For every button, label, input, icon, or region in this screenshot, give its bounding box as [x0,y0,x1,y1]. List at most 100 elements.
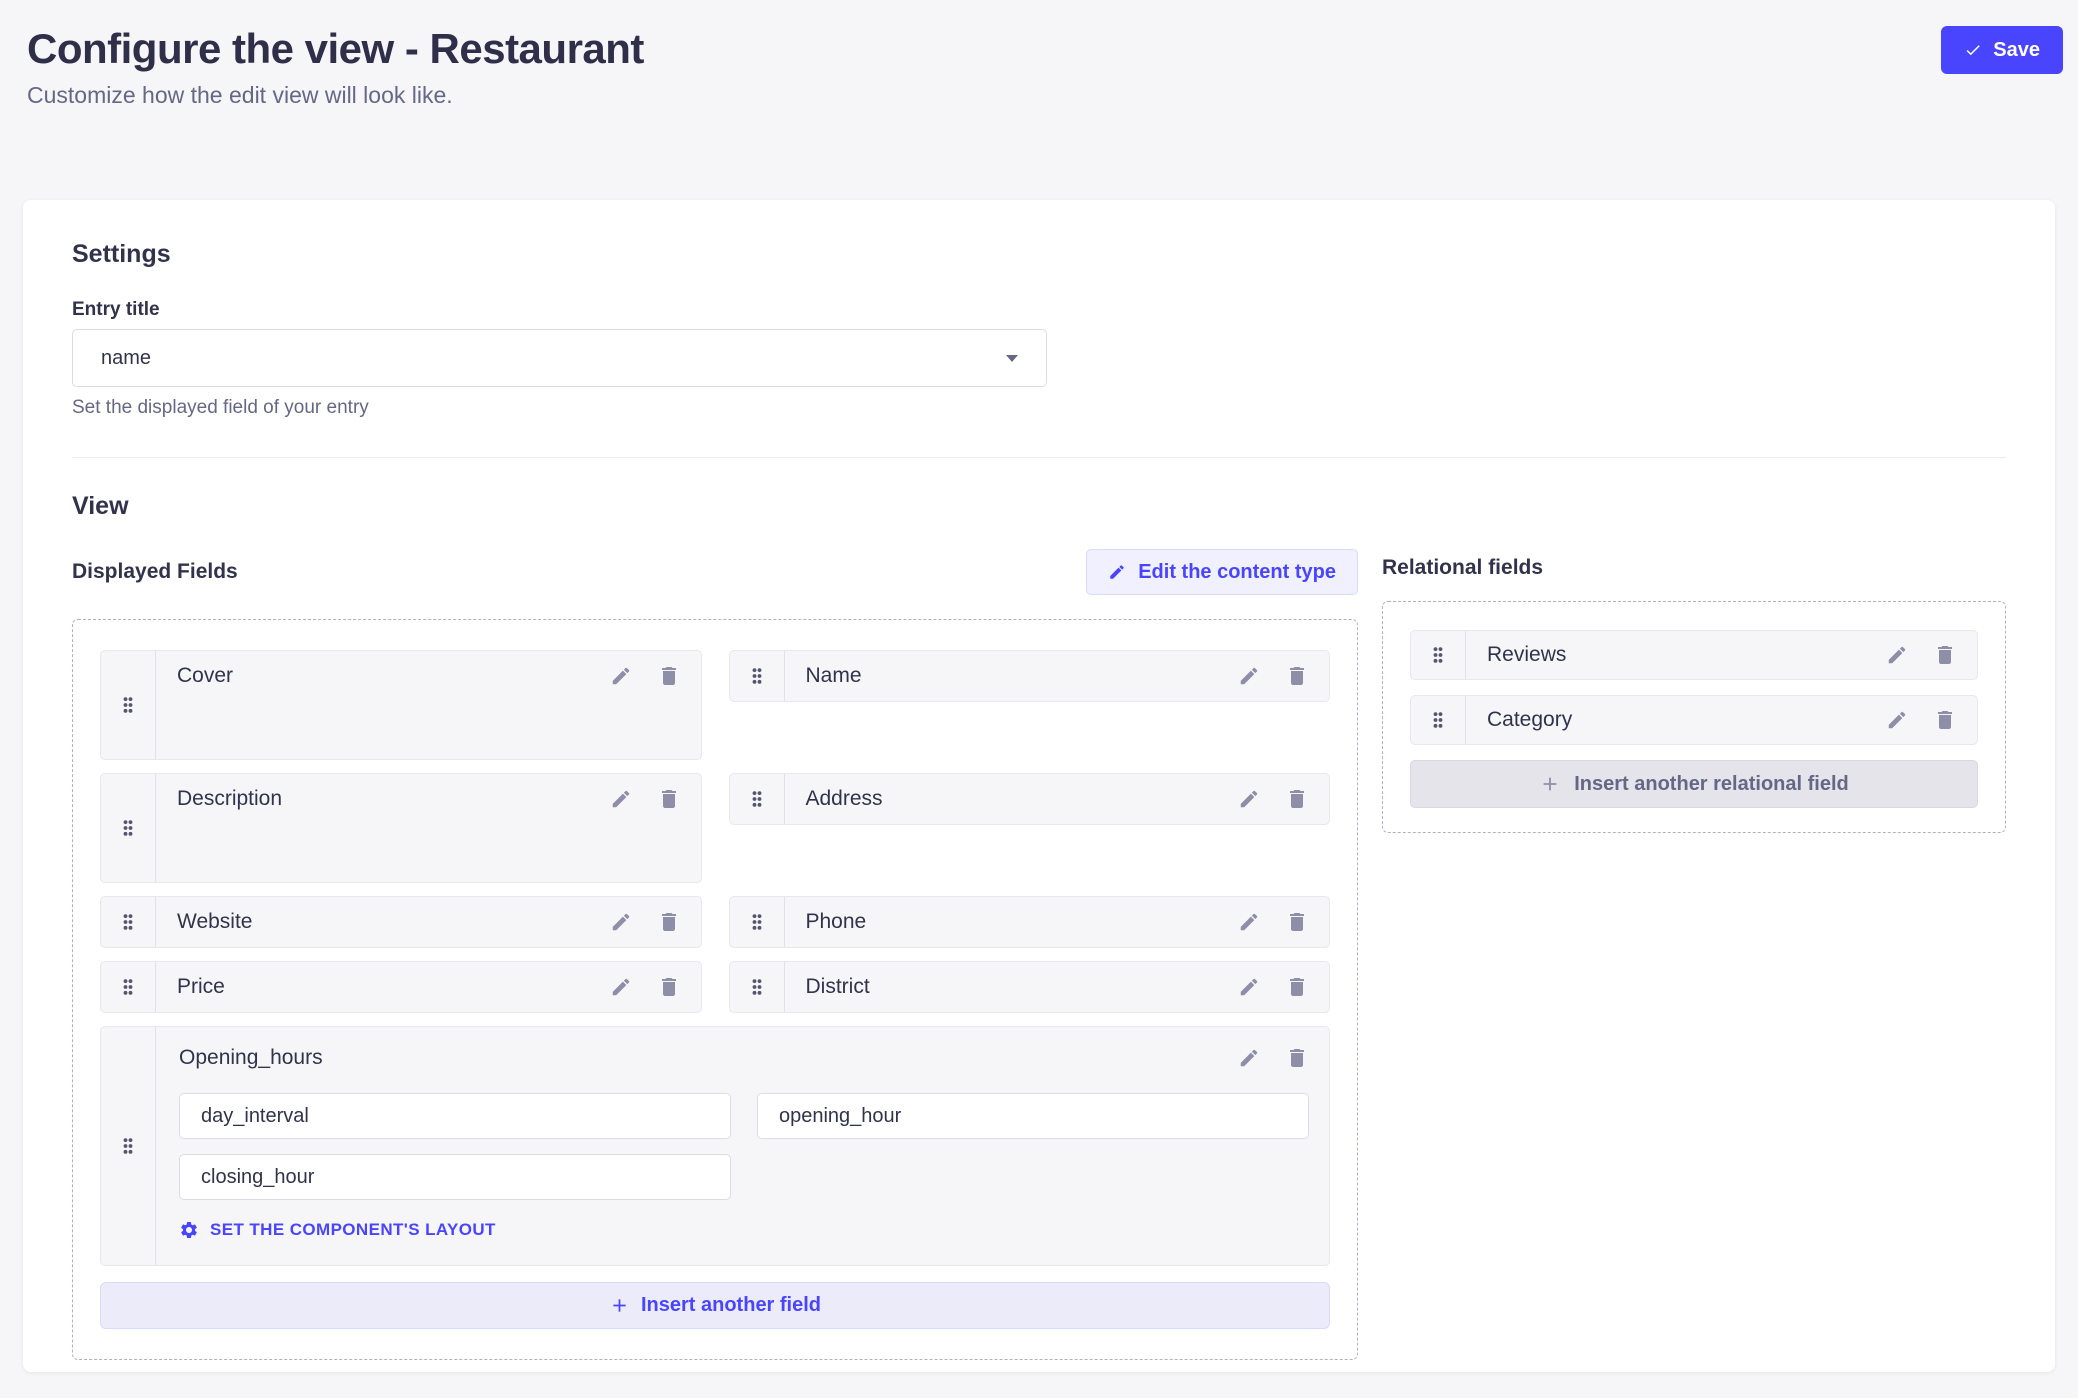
pencil-icon[interactable] [610,976,632,998]
pencil-icon[interactable] [610,665,632,687]
pencil-icon[interactable] [610,788,632,810]
plus-icon [1539,773,1561,795]
subfield-day-interval: day_interval [179,1093,731,1139]
plus-icon [609,1295,630,1316]
field-label: District [806,975,870,999]
subfield-closing-hour: closing_hour [179,1154,731,1200]
page-header: Configure the view - Restaurant Customiz… [0,0,2078,200]
drag-handle-icon[interactable] [1411,696,1466,744]
set-component-layout-link[interactable]: SET THE COMPONENT'S LAYOUT [179,1220,496,1240]
entry-title-selected-value: name [101,347,151,370]
displayed-fields-header: Displayed Fields Edit the content type [72,549,1358,595]
view-row: Displayed Fields Edit the content type C… [72,549,2006,1360]
pencil-icon[interactable] [1238,911,1260,933]
field-label: Cover [177,664,233,688]
pencil-icon[interactable] [1238,665,1260,687]
field-card-address[interactable]: Address [729,773,1331,825]
trash-icon[interactable] [1285,787,1309,811]
gear-icon [179,1220,199,1240]
subfield-opening-hour: opening_hour [757,1093,1309,1139]
insert-another-field-button[interactable]: Insert another field [100,1282,1330,1329]
drag-handle-icon[interactable] [1411,631,1466,679]
fields-grid: Cover Nam [100,650,1330,1329]
relational-field-label: Reviews [1487,643,1566,667]
field-card-price[interactable]: Price [100,961,702,1013]
drag-handle-icon[interactable] [101,897,156,947]
drag-handle-icon[interactable] [730,962,785,1012]
field-card-main: Price [156,962,701,1012]
pencil-icon[interactable] [1238,788,1260,810]
field-card-main: Cover [156,651,701,759]
trash-icon[interactable] [1933,643,1957,667]
caret-down-icon [1006,355,1018,362]
field-label: Description [177,787,282,811]
displayed-fields-dropzone: Cover Nam [72,619,1358,1360]
field-card-main: Website [156,897,701,947]
drag-handle-icon[interactable] [730,897,785,947]
field-label: Website [177,910,252,934]
field-card-cover[interactable]: Cover [100,650,702,760]
component-label: Opening_hours [179,1046,323,1070]
configure-view-panel: Settings Entry title name Set the displa… [23,200,2055,1372]
save-button-label: Save [1993,39,2040,62]
insert-another-relational-field-button[interactable]: Insert another relational field [1410,760,1978,808]
component-card-main: Opening_hours day_interval opening_hour … [156,1027,1329,1265]
field-card-website[interactable]: Website [100,896,702,948]
trash-icon[interactable] [657,975,681,999]
field-card-main: District [785,962,1330,1012]
entry-title-select[interactable]: name [72,329,1047,387]
page-header-text: Configure the view - Restaurant Customiz… [27,25,644,109]
drag-handle-icon[interactable] [101,651,156,759]
trash-icon[interactable] [657,664,681,688]
entry-title-hint: Set the displayed field of your entry [72,397,2006,419]
trash-icon[interactable] [1285,910,1309,934]
field-card-main: Description [156,774,701,882]
view-heading: View [72,492,2006,521]
insert-another-field-label: Insert another field [641,1294,821,1317]
insert-another-relational-field-label: Insert another relational field [1574,773,1849,796]
trash-icon[interactable] [1285,1046,1309,1070]
drag-handle-icon[interactable] [730,774,785,824]
relational-card-main: Reviews [1466,631,1977,679]
field-card-name[interactable]: Name [729,650,1331,702]
pencil-icon[interactable] [610,911,632,933]
trash-icon[interactable] [1285,975,1309,999]
field-card-district[interactable]: District [729,961,1331,1013]
save-button[interactable]: Save [1941,26,2063,74]
field-card-main: Phone [785,897,1330,947]
field-label: Name [806,664,862,688]
edit-content-type-label: Edit the content type [1138,561,1336,584]
displayed-fields-column: Displayed Fields Edit the content type C… [72,549,1358,1360]
drag-handle-icon[interactable] [730,651,785,701]
displayed-fields-label: Displayed Fields [72,560,238,584]
field-card-phone[interactable]: Phone [729,896,1331,948]
pencil-icon[interactable] [1886,709,1908,731]
pencil-icon[interactable] [1238,1047,1260,1069]
field-card-main: Name [785,651,1330,701]
relational-card-main: Category [1466,696,1977,744]
trash-icon[interactable] [657,787,681,811]
drag-handle-icon[interactable] [101,1027,156,1265]
pencil-icon[interactable] [1886,644,1908,666]
pencil-icon[interactable] [1238,976,1260,998]
component-card-opening-hours[interactable]: Opening_hours day_interval opening_hour … [100,1026,1330,1266]
component-subfields-grid: day_interval opening_hour closing_hour [179,1093,1309,1200]
relational-fields-dropzone: Reviews Category [1382,601,2006,833]
check-icon [1964,41,1982,59]
field-label: Address [806,787,883,811]
field-card-description[interactable]: Description [100,773,702,883]
drag-handle-icon[interactable] [101,962,156,1012]
relational-card-reviews[interactable]: Reviews [1410,630,1978,680]
relational-fields-column: Relational fields Reviews [1382,549,2006,833]
relational-fields-heading: Relational fields [1382,556,2006,580]
trash-icon[interactable] [1285,664,1309,688]
edit-content-type-button[interactable]: Edit the content type [1086,549,1358,595]
trash-icon[interactable] [657,910,681,934]
relational-card-category[interactable]: Category [1410,695,1978,745]
page-subtitle: Customize how the edit view will look li… [27,82,644,109]
relational-field-label: Category [1487,708,1572,732]
trash-icon[interactable] [1933,708,1957,732]
pencil-icon [1108,563,1126,581]
set-component-layout-label: SET THE COMPONENT'S LAYOUT [210,1220,496,1240]
drag-handle-icon[interactable] [101,774,156,882]
